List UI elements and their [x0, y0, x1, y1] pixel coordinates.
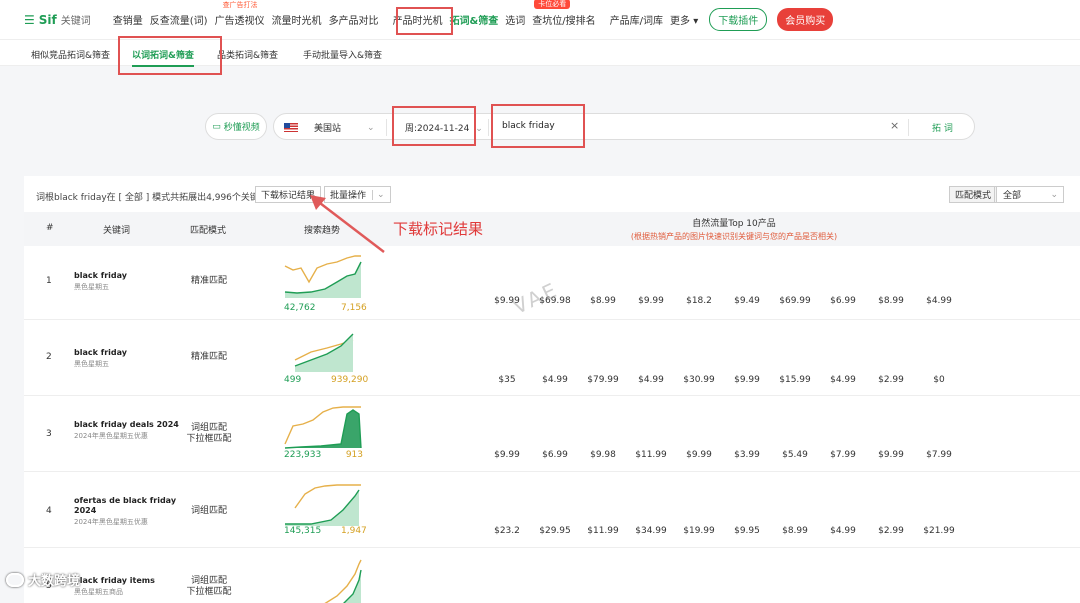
chevron-down-icon: ▾: [690, 16, 699, 27]
table-header: # 关键词 匹配模式 搜索趋势 自然流量Top 10产品 (根据热销产品的图片快…: [24, 212, 1080, 246]
nav-tag: 卡位必看: [534, 0, 571, 9]
trend-high-value: 1,947: [341, 526, 367, 536]
nav-tag: 查广告打法: [222, 1, 258, 9]
keyword-cell[interactable]: black friday items 黑色星期五商品: [74, 576, 184, 597]
trend-sparkline[interactable]: [281, 404, 365, 456]
top-nav: ☰ Sif 关键词 查销量 反查流量(词) 查广告打法 广告透视仪 流量时光机 多…: [0, 0, 1080, 40]
trend-sparkline[interactable]: [281, 480, 365, 532]
nav-expand-filter[interactable]: 拓词&筛查: [450, 12, 499, 27]
search-field-group: 美国站 ⌄ 周:2024-11-24 ⌄ black friday × 拓 词: [273, 113, 975, 140]
nav-select-words[interactable]: 选词: [505, 12, 525, 27]
download-plugin-button[interactable]: 下载插件: [709, 8, 768, 31]
nav-more[interactable]: 更多 ▾: [670, 12, 698, 27]
highlight-box: [396, 7, 453, 35]
keyword-cell[interactable]: black friday 黑色星期五: [74, 348, 184, 369]
match-mode-select[interactable]: 全部 ⌄: [994, 186, 1064, 203]
nav-rank-check[interactable]: 卡位必看 查坑位/搜排名: [532, 0, 596, 27]
table-row[interactable]: 2 black friday 黑色星期五 精准匹配 499 939,290 $35…: [24, 320, 1080, 396]
tab-similar-competitor[interactable]: 相似竞品拓词&筛查: [31, 48, 110, 61]
results-summary: 词根black friday在 [ 全部 ] 模式共拓展出4,996个关键词: [36, 193, 268, 203]
match-mode-cell: 词组匹配 下拉框匹配: [186, 423, 232, 444]
keyword-cell[interactable]: ofertas de black friday 2024 2024年黑色星期五优惠: [74, 496, 184, 527]
trend-high-value: 7,156: [341, 303, 367, 313]
trend-high-value: 939,290: [331, 375, 369, 385]
header-num: #: [46, 223, 54, 233]
highlight-box: [392, 106, 476, 146]
trend-sparkline[interactable]: [281, 326, 365, 376]
chevron-down-icon: ⌄: [1050, 189, 1058, 200]
table-row[interactable]: 5 black friday items 黑色星期五商品 词组匹配 下拉框匹配: [24, 548, 1080, 603]
match-mode-cell: 精准匹配: [190, 276, 227, 286]
match-mode-cell: 精准匹配: [190, 352, 227, 362]
results-toolbar: 词根black friday在 [ 全部 ] 模式共拓展出4,996个关键词 下…: [24, 176, 1080, 212]
menu-icon[interactable]: ☰: [24, 13, 35, 27]
nav-reverse-traffic[interactable]: 反查流量(词): [150, 12, 208, 27]
match-mode-label: 匹配模式: [949, 186, 998, 203]
nav-product-library[interactable]: 产品库/词库: [610, 12, 663, 27]
logo-brand: Sif: [38, 12, 57, 27]
header-mode: 匹配模式: [190, 226, 227, 236]
clear-icon[interactable]: ×: [890, 119, 899, 132]
expand-keywords-button[interactable]: 拓 词: [932, 121, 953, 134]
annotation-label: 下载标记结果: [393, 220, 484, 238]
video-icon: ▭: [212, 121, 221, 132]
nav-ad-insight[interactable]: 查广告打法 广告透视仪: [215, 1, 265, 27]
tab-manual-import[interactable]: 手动批量导入&筛查: [303, 48, 382, 61]
results-panel: 词根black friday在 [ 全部 ] 模式共拓展出4,996个关键词 下…: [24, 176, 1080, 603]
trend-low-value: 499: [284, 375, 302, 385]
table-row[interactable]: 4 ofertas de black friday 2024 2024年黑色星期五…: [24, 472, 1080, 548]
header-keyword[interactable]: 关键词: [103, 223, 130, 236]
nav-sales[interactable]: 查销量: [113, 12, 143, 27]
site-select[interactable]: 美国站 ⌄: [284, 121, 375, 134]
chevron-down-icon: ⌄: [367, 122, 375, 133]
trend-low-value: 145,315: [284, 526, 322, 536]
tab-category-expand[interactable]: 品类拓词&筛查: [217, 48, 278, 61]
video-tutorial-button[interactable]: ▭ 秒懂视频: [205, 113, 267, 140]
vip-purchase-button[interactable]: 会员购买: [777, 8, 834, 31]
highlight-box: [118, 36, 222, 75]
match-mode-cell: 词组匹配: [190, 506, 227, 516]
search-bar: ▭ 秒懂视频 美国站 ⌄ 周:2024-11-24 ⌄ black friday…: [205, 113, 975, 140]
chevron-down-icon: ⌄: [475, 124, 483, 134]
keyword-cell[interactable]: black friday 黑色星期五: [74, 271, 184, 292]
divider: [488, 119, 489, 136]
nav-traffic-timemachine[interactable]: 流量时光机: [272, 12, 322, 27]
us-flag-icon: [284, 123, 298, 132]
table-row[interactable]: 3 black friday deals 2024 2024年黑色星期五优惠 词组…: [24, 396, 1080, 472]
keyword-cell[interactable]: black friday deals 2024 2024年黑色星期五优惠: [74, 420, 184, 441]
nav-multi-compare[interactable]: 多产品对比: [329, 12, 379, 27]
sif-logo[interactable]: ☰ Sif 关键词: [24, 12, 91, 28]
highlight-box: [491, 104, 585, 148]
annotation-arrow: [310, 195, 385, 253]
header-top10: 自然流量Top 10产品 (根据热销产品的图片快速识别关键词与您的产品是否相关): [630, 219, 838, 241]
trend-sparkline[interactable]: [281, 556, 365, 603]
trend-low-value: 42,762: [284, 303, 316, 313]
trend-low-value: 223,933: [284, 450, 322, 460]
trend-high-value: 913: [345, 450, 363, 460]
match-mode-cell: 词组匹配 下拉框匹配: [186, 576, 232, 597]
divider: [386, 119, 387, 136]
divider: [908, 119, 909, 136]
logo-sub: 关键词: [60, 16, 91, 27]
brand-watermark: 大数跨境: [6, 570, 80, 589]
brand-logo-icon: [6, 572, 24, 587]
